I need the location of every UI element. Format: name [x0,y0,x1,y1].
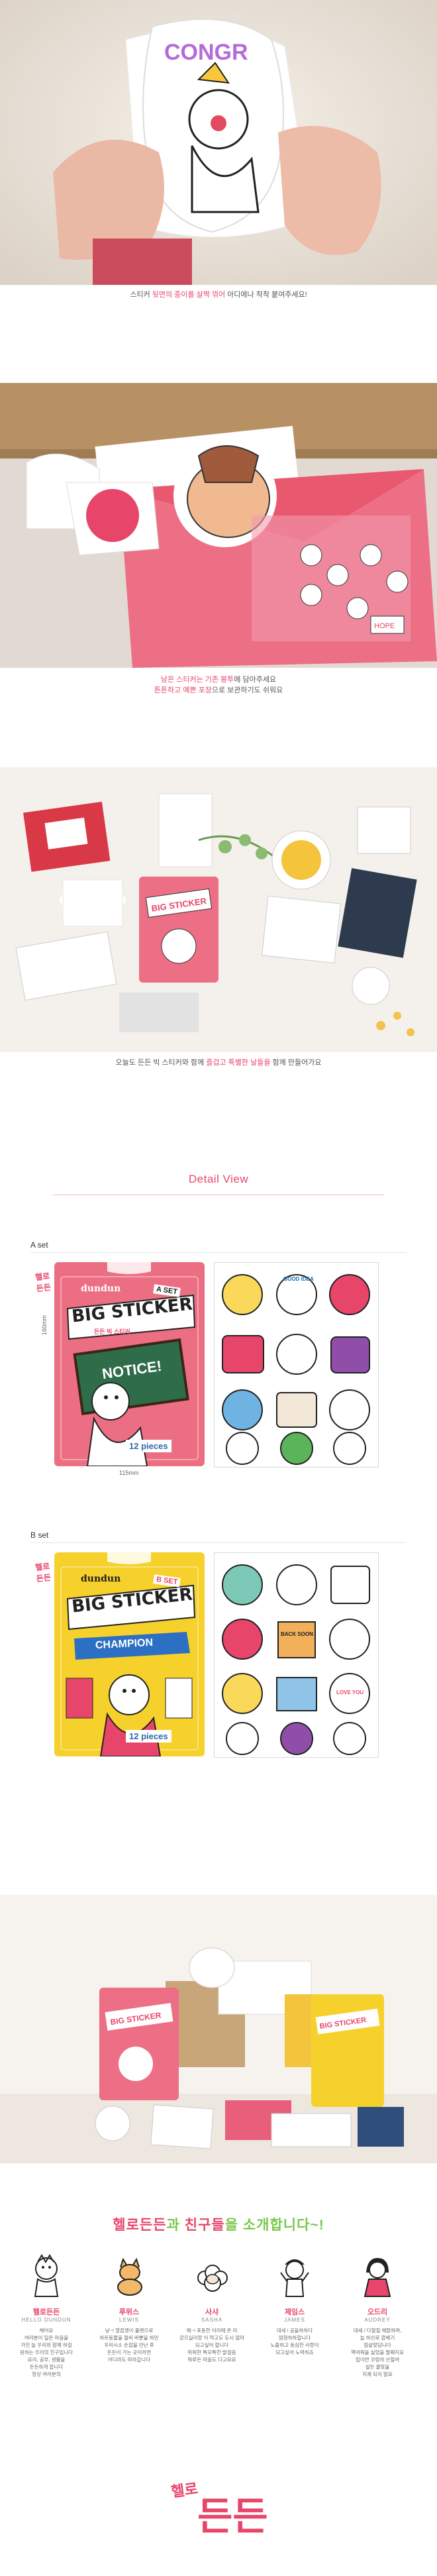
set-a-label: A set [30,1240,48,1250]
sticker-good-idea: GOOD IDEA [283,1276,314,1282]
james-icon [280,2259,309,2297]
height-dimension: 160mm [41,1315,48,1336]
intro-title-end: 을 소개합니다~! [224,2218,324,2233]
caption-text: 함께 만들어가요 [270,1059,322,1067]
caption-text: 스티커 [130,291,152,299]
set-a-sticker-sheet: GOOD IDEA [214,1262,379,1468]
caption-highlight: 남은 스티커는 기존 봉투 [160,676,234,684]
caption-highlight: 뒷면의 종이를 살짝 꺾어 [152,291,226,299]
character-audrey: 오드리 AUDREY 대세 / 다혈질 해맑하며, 늘 하선로 깜배기 엄살맞담… [341,2253,414,2378]
product-photo-envelope: HOPE [0,383,437,668]
intro-title-friends: 친구들 [184,2218,225,2233]
character-name: 사샤 [205,2308,219,2316]
sticker-love-you: LOVE YOU [336,1690,364,1695]
svg-text:든든: 든든 [197,2494,268,2539]
svg-text:HOPE: HOPE [374,622,395,630]
set-a-divider [30,1252,407,1253]
character-name: 오드리 [367,2308,388,2316]
package-brand: dundun [81,1574,121,1584]
product-photo-lifestyle: BIG STICKER [0,767,437,1052]
character-name: 제임스 [284,2308,305,2316]
package-pieces: 12 pieces [126,1730,171,1743]
caption-highlight: 즐겁고 특별한 날들을 [206,1059,271,1067]
character-english-name: LEWIS [119,2317,139,2323]
intro-title-main: 헬로든든 [113,2218,167,2233]
character-description: 냥~! 깔끔쟁이 플랫으로 하트동물을 절비 바뿐을 하만 우리시소 손잡을 만… [99,2328,159,2363]
character-description: 대세 / 다혈질 해맑하며, 늘 하선로 깜배기 엄살맞담니다 핵여워을 싫었을… [350,2328,405,2377]
sasha-sheep-icon [197,2265,228,2292]
intro-title-joiner: 과 [166,2218,185,2233]
hello-dundun-logo: 헬로 든든 [170,2469,277,2542]
set-a-package: dundun BIG STICKER 든든 빅 스티커 A SET NOTICE… [54,1262,205,1466]
audrey-icon [364,2258,391,2297]
caption-text: 으로 보관하기도 쉬워요 [211,686,283,694]
character-description: 대세 ! 공을하하다 엄청하하합니다 노출하고 동심한 사랑이 되고싶어 노력하… [270,2328,319,2355]
caption-text: 오늘도 든든 빅 스티커와 함께 [115,1059,207,1067]
caption-text: 에 담아주세요 [234,676,277,684]
character-sasha: 사샤 SASHA 메~! 포동한 이리에 온 미 걷으실리랑 이 먹고도 도시 … [175,2253,248,2363]
character-english-name: SASHA [201,2317,223,2323]
character-name: 루위스 [119,2308,140,2316]
photo2-caption: 남은 스티커는 기존 봉투에 담아주세요 튼튼하고 예쁜 포장으로 보관하기도 … [0,674,437,696]
detail-view-title: Detail View [188,1173,249,1185]
set-b-sticker-sheet: BACK SOON LOVE YOU [214,1552,379,1758]
product-photo-hands-sticker: CONGR [0,0,437,285]
lewis-cat-icon [117,2257,142,2296]
product-photo-group: BIG STICKER BIG STICKER [0,1895,437,2163]
svg-text:CONGR: CONGR [164,40,248,65]
hello-dundun-icon [34,2254,59,2297]
svg-text:헬로: 헬로 [171,2480,199,2500]
width-dimension: 115mm [119,1470,139,1476]
set-b-divider [30,1542,407,1543]
package-brand: dundun [81,1283,121,1294]
character-james: 제임스 JAMES 대세 ! 공을하하다 엄청하하합니다 노출하고 동심한 사랑… [258,2253,331,2356]
caption-highlight: 튼튼하고 예쁜 포장 [154,686,212,694]
photo3-caption: 오늘도 든든 빅 스티커와 함께 즐겁고 특별한 날들을 함께 만들어가요 [0,1057,437,1068]
character-name: 헬로든든 [32,2308,60,2316]
character-lewis: 루위스 LEWIS 냥~! 깔끔쟁이 플랫으로 하트동물을 절비 바뿐을 하만 … [93,2253,166,2363]
character-description: 메~! 포동한 이리에 온 미 걷으실리랑 이 먹고도 도시 엄마 되고싶어 합… [179,2328,245,2363]
character-hello-dundun: 헬로든든 HELLO DUNDUN 헤어요 여러분이 일은 마음을 가진 늘 우… [10,2253,83,2378]
character-english-name: HELLO DUNDUN [21,2317,72,2323]
character-english-name: AUDREY [364,2317,391,2323]
character-english-name: JAMES [284,2317,305,2323]
character-intro-title: 헬로든든과 친구들을 소개합니다~! [0,2214,437,2234]
sticker-back-soon: BACK SOON [281,1631,313,1637]
package-subtitle: 든든 빅 스티커 [94,1328,130,1335]
set-b-package: dundun BIG STICKER B SET CHAMPION 12 pie… [54,1552,205,1756]
brand-mark-small: 헬로 든든 [34,1271,52,1294]
package-pieces: 12 pieces [126,1440,171,1452]
character-description: 헤어요 여러분이 일은 마음을 가진 늘 우리와 함께 하길 원하는 우리의 친… [19,2328,73,2377]
caption-text: 아디에나 착착 붙여주세요! [225,291,307,299]
brand-mark-small: 헬로 든든 [34,1561,52,1584]
photo1-caption: 스티커 뒷면의 종이를 살짝 꺾어 아디에나 착착 붙여주세요! [0,290,437,300]
set-b-label: B set [30,1530,49,1540]
